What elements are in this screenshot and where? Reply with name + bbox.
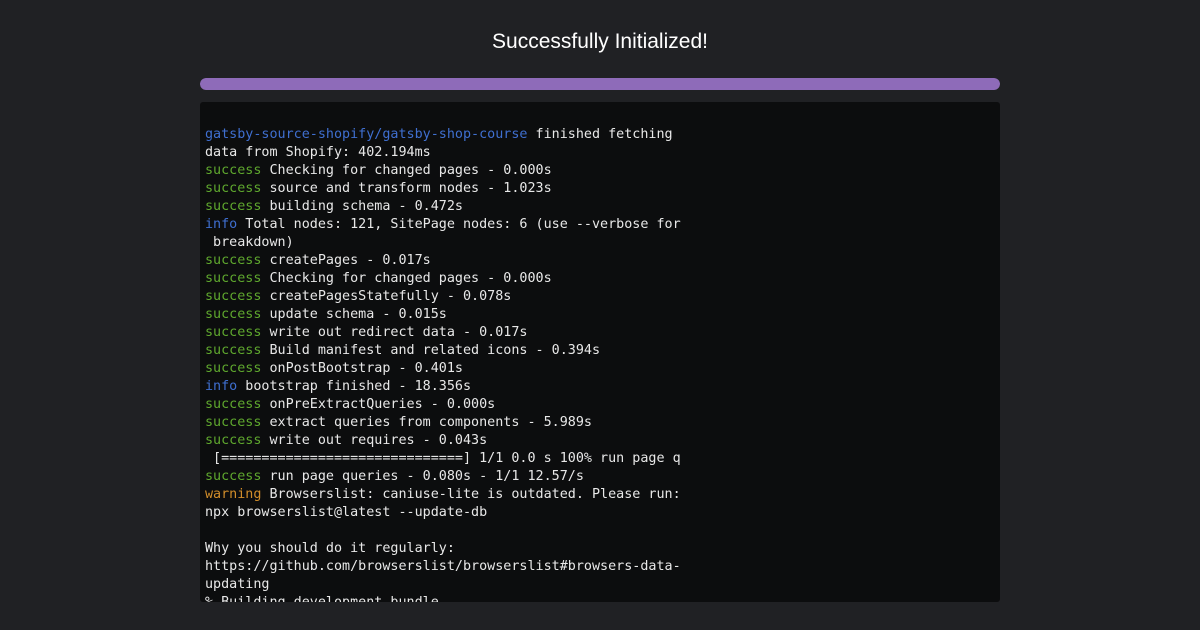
log-line: success createPagesStatefully - 0.078s bbox=[205, 288, 985, 306]
log-line: info bootstrap finished - 18.356s bbox=[205, 378, 985, 396]
log-line-level: success bbox=[205, 181, 262, 196]
log-line: gatsby-source-shopify/gatsby-shop-course… bbox=[205, 126, 985, 144]
log-line-text: write out requires - 0.043s bbox=[261, 433, 488, 448]
log-line-text: npx browserslist@latest --update-db bbox=[205, 505, 488, 520]
log-line bbox=[205, 522, 985, 540]
log-line: [==============================] 1/1 0.0… bbox=[205, 450, 985, 468]
log-line-level: success bbox=[205, 271, 262, 286]
log-line: success Checking for changed pages - 0.0… bbox=[205, 270, 985, 288]
log-line: npx browserslist@latest --update-db bbox=[205, 504, 985, 522]
log-line: success write out requires - 0.043s bbox=[205, 432, 985, 450]
log-line-text: bootstrap finished - 18.356s bbox=[237, 379, 472, 394]
log-line-text: run page queries - 0.080s - 1/1 12.57/s bbox=[261, 469, 584, 484]
log-line-text: createPagesStatefully - 0.078s bbox=[261, 289, 512, 304]
log-line-text: Checking for changed pages - 0.000s bbox=[261, 271, 552, 286]
log-line-text: Browserslist: caniuse-lite is outdated. … bbox=[261, 487, 681, 502]
log-line-text: onPostBootstrap - 0.401s bbox=[261, 361, 463, 376]
log-line: warning Browserslist: caniuse-lite is ou… bbox=[205, 486, 985, 504]
progress-bar-fill bbox=[200, 78, 1000, 90]
log-line-text: Why you should do it regularly: bbox=[205, 541, 455, 556]
log-line: success onPreExtractQueries - 0.000s bbox=[205, 396, 985, 414]
log-line: % Building development bundle bbox=[205, 594, 985, 602]
progress-bar bbox=[200, 78, 1000, 90]
log-line: success onPostBootstrap - 0.401s bbox=[205, 360, 985, 378]
log-line-text: breakdown) bbox=[205, 235, 294, 250]
log-line-text: updating bbox=[205, 577, 270, 592]
log-line-level: gatsby-source-shopify/gatsby-shop-course bbox=[205, 127, 528, 142]
log-line: info Total nodes: 121, SitePage nodes: 6… bbox=[205, 216, 985, 234]
log-line: Why you should do it regularly: bbox=[205, 540, 985, 558]
log-line-text: write out redirect data - 0.017s bbox=[261, 325, 528, 340]
log-line: success write out redirect data - 0.017s bbox=[205, 324, 985, 342]
log-line: updating bbox=[205, 576, 985, 594]
log-line-level: success bbox=[205, 415, 262, 430]
log-line-text: extract queries from components - 5.989s bbox=[261, 415, 592, 430]
log-lines: gatsby-source-shopify/gatsby-shop-course… bbox=[205, 126, 985, 602]
log-line: success extract queries from components … bbox=[205, 414, 985, 432]
page-title: Successfully Initialized! bbox=[492, 30, 708, 53]
log-line: success run page queries - 0.080s - 1/1 … bbox=[205, 468, 985, 486]
log-line: success Checking for changed pages - 0.0… bbox=[205, 162, 985, 180]
log-line-text: finished fetching bbox=[527, 127, 673, 142]
log-line-text: % Building development bundle bbox=[205, 595, 439, 602]
log-line-text: https://github.com/browserslist/browsers… bbox=[205, 559, 681, 574]
log-line-level: info bbox=[205, 217, 238, 232]
log-line-text: Build manifest and related icons - 0.394… bbox=[261, 343, 601, 358]
log-line-level: info bbox=[205, 379, 238, 394]
log-line-text: createPages - 0.017s bbox=[261, 253, 431, 268]
log-line-level: warning bbox=[205, 487, 262, 502]
log-line: success update schema - 0.015s bbox=[205, 306, 985, 324]
log-line-level: success bbox=[205, 307, 262, 322]
log-line-level: success bbox=[205, 325, 262, 340]
log-line: success Build manifest and related icons… bbox=[205, 342, 985, 360]
log-line-level: success bbox=[205, 289, 262, 304]
log-line: success source and transform nodes - 1.0… bbox=[205, 180, 985, 198]
log-line-level: success bbox=[205, 163, 262, 178]
log-line-level: success bbox=[205, 253, 262, 268]
log-line: success createPages - 0.017s bbox=[205, 252, 985, 270]
terminal-output[interactable]: gatsby-source-shopify/gatsby-shop-course… bbox=[200, 102, 1000, 602]
log-line: breakdown) bbox=[205, 234, 985, 252]
log-line-text: Checking for changed pages - 0.000s bbox=[261, 163, 552, 178]
log-line-text: data from Shopify: 402.194ms bbox=[205, 145, 431, 160]
log-line: https://github.com/browserslist/browsers… bbox=[205, 558, 985, 576]
log-line: data from Shopify: 402.194ms bbox=[205, 144, 985, 162]
log-line-text: update schema - 0.015s bbox=[261, 307, 447, 322]
log-line-level: success bbox=[205, 433, 262, 448]
log-line-text: [==============================] 1/1 0.0… bbox=[205, 451, 681, 466]
log-line: success building schema - 0.472s bbox=[205, 198, 985, 216]
log-line-level: success bbox=[205, 343, 262, 358]
log-line-level: success bbox=[205, 199, 262, 214]
log-line-text: source and transform nodes - 1.023s bbox=[261, 181, 552, 196]
log-line-level: success bbox=[205, 397, 262, 412]
log-line-text: onPreExtractQueries - 0.000s bbox=[261, 397, 496, 412]
log-line-text: Total nodes: 121, SitePage nodes: 6 (use… bbox=[237, 217, 681, 232]
log-line-level: success bbox=[205, 361, 262, 376]
log-line-text: building schema - 0.472s bbox=[261, 199, 463, 214]
log-line-level: success bbox=[205, 469, 262, 484]
